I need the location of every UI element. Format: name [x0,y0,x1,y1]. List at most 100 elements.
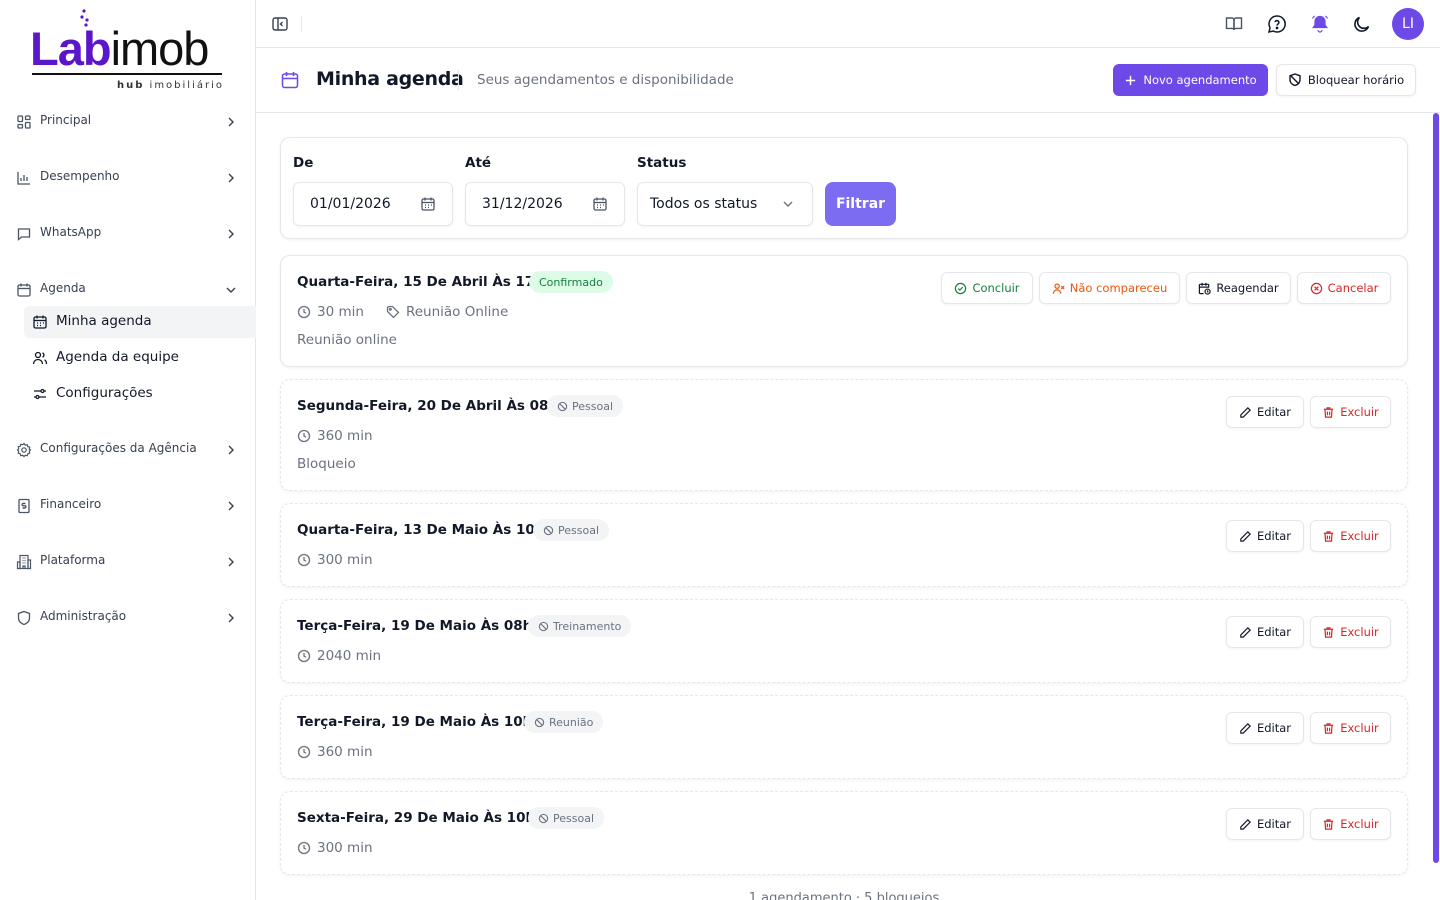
delete-button[interactable]: Excluir [1310,616,1391,648]
edit-label: Editar [1256,405,1292,419]
delete-button[interactable]: Excluir [1310,712,1391,744]
gear-icon [16,442,32,458]
from-date-input[interactable]: 01/01/2026 [293,182,453,226]
block-title: Quarta-Feira, 13 De Maio Às 10h00 [297,522,564,538]
to-date-input[interactable]: 31/12/2026 [465,182,625,226]
x-circle-icon [1310,282,1322,294]
edit-button[interactable]: Editar [1226,808,1304,840]
chevron-right-icon [228,117,234,127]
edit-button[interactable]: Editar [1226,520,1304,552]
clock-icon [297,429,311,443]
trash-icon [1324,626,1334,638]
block-card[interactable]: Quarta-Feira, 13 De Maio Às 10h00 Pessoa… [280,503,1408,587]
calendar-icon[interactable] [420,196,436,212]
sidebar-subitem-agenda-equipe[interactable]: Agenda da equipe [24,342,256,374]
category-badge: Pessoal [528,807,604,829]
edit-button[interactable]: Editar [1226,396,1304,428]
reschedule-button[interactable]: Reagendar [1186,272,1291,304]
sidebar-item-administracao[interactable]: Administração [0,602,256,634]
trash-icon [1324,818,1334,830]
sidebar: Labimob hub imobiliário Principal Desemp… [0,0,256,900]
no-show-button[interactable]: Não compareceu [1039,272,1180,304]
no-show-label: Não compareceu [1069,281,1168,295]
moon-icon[interactable] [1351,13,1373,35]
block-card[interactable]: Terça-Feira, 19 De Maio Às 10h00 Reunião… [280,695,1408,779]
appointment-card[interactable]: Quarta-Feira, 15 De Abril Às 17h00 Confi… [280,255,1408,367]
block-card[interactable]: Sexta-Feira, 29 De Maio Às 10h00 Pessoal… [280,791,1408,875]
new-appointment-label: Novo agendamento [1143,73,1257,87]
delete-label: Excluir [1340,817,1379,831]
delete-button[interactable]: Excluir [1310,520,1391,552]
scrollbar-thumb[interactable] [1433,113,1439,863]
sidebar-subitem-minha-agenda[interactable]: Minha agenda [24,306,256,338]
clock-icon [297,649,311,663]
delete-label: Excluir [1340,405,1379,419]
category-badge-label: Pessoal [558,523,599,537]
calendar-icon[interactable] [592,196,608,212]
sidebar-subitem-label: Minha agenda [56,313,152,329]
brand-logo[interactable]: Labimob hub imobiliário [30,6,226,96]
delete-button[interactable]: Excluir [1310,396,1391,428]
sidebar-item-desempenho[interactable]: Desempenho [0,162,256,194]
sidebar-item-label: Desempenho [40,169,120,183]
ban-icon [538,813,549,823]
appointment-note: Reunião online [297,332,397,348]
sidebar-subitem-label: Agenda da equipe [56,349,179,365]
message-icon [17,228,31,241]
conclude-button[interactable]: Concluir [941,272,1033,304]
user-avatar[interactable]: LI [1392,8,1424,40]
tag-icon [386,305,400,319]
appointment-type: Reunião Online [405,304,509,320]
help-chat-icon[interactable] [1266,13,1288,35]
block-note: Bloqueio [297,456,356,472]
page-header: Minha agenda Seus agendamentos e disponi… [256,48,1440,113]
sidebar-item-financeiro[interactable]: Financeiro [0,490,256,522]
sidebar-subitem-configuracoes[interactable]: Configurações [24,378,256,410]
sidebar-item-config-agencia[interactable]: Configurações da Agência [0,434,256,466]
book-icon[interactable] [1223,13,1245,35]
block-time-button[interactable]: Bloquear horário [1276,64,1416,96]
trash-icon [1324,530,1334,542]
category-badge-label: Pessoal [553,811,594,825]
clock-icon [297,553,311,567]
sidebar-toggle-icon[interactable] [270,14,290,34]
status-select[interactable]: Todos os status [637,182,813,226]
sidebar-item-principal[interactable]: Principal [0,106,256,138]
block-duration: 360 min [317,428,373,444]
ban-icon [557,401,568,411]
chevron-right-icon [228,173,234,183]
clock-icon [297,305,311,319]
sidebar-item-agenda[interactable]: Agenda [0,274,256,306]
category-badge-label: Pessoal [572,399,613,413]
bell-ringing-icon[interactable] [1309,13,1331,35]
appointment-duration: 30 min [317,304,364,320]
appointment-meta: 30 min Reunião Online [297,304,508,320]
cancel-button[interactable]: Cancelar [1297,272,1391,304]
block-duration: 2040 min [317,648,382,664]
filter-button[interactable]: Filtrar [825,182,896,226]
sliders-icon [34,388,46,400]
sidebar-item-whatsapp[interactable]: WhatsApp [0,218,256,250]
block-card[interactable]: Terça-Feira, 19 De Maio Às 08h00 Treinam… [280,599,1408,683]
ban-shield-icon [1289,73,1301,87]
edit-button[interactable]: Editar [1226,616,1304,648]
delete-label: Excluir [1340,529,1379,543]
to-label: Até [465,155,492,171]
calendar-icon [281,72,299,89]
topbar-divider [301,16,302,32]
sidebar-item-plataforma[interactable]: Plataforma [0,546,256,578]
category-badge-label: Reunião [549,715,594,729]
sidebar-item-label: Financeiro [40,497,102,511]
content-scrollbar[interactable] [1432,113,1440,900]
new-appointment-button[interactable]: Novo agendamento [1113,64,1268,96]
delete-button[interactable]: Excluir [1310,808,1391,840]
receipt-icon [18,498,30,514]
edit-button[interactable]: Editar [1226,712,1304,744]
filter-card: De Até Status 01/01/2026 31/12/2026 Todo… [280,137,1408,239]
top-bar: LI [256,0,1440,48]
appointment-title: Quarta-Feira, 15 De Abril Às 17h00 [297,274,563,290]
logo-tagline: hub imobiliário [117,80,224,91]
chevron-down-icon [226,287,236,293]
pencil-icon [1240,722,1251,734]
block-card[interactable]: Segunda-Feira, 20 De Abril Às 08h00 Pess… [280,379,1408,491]
